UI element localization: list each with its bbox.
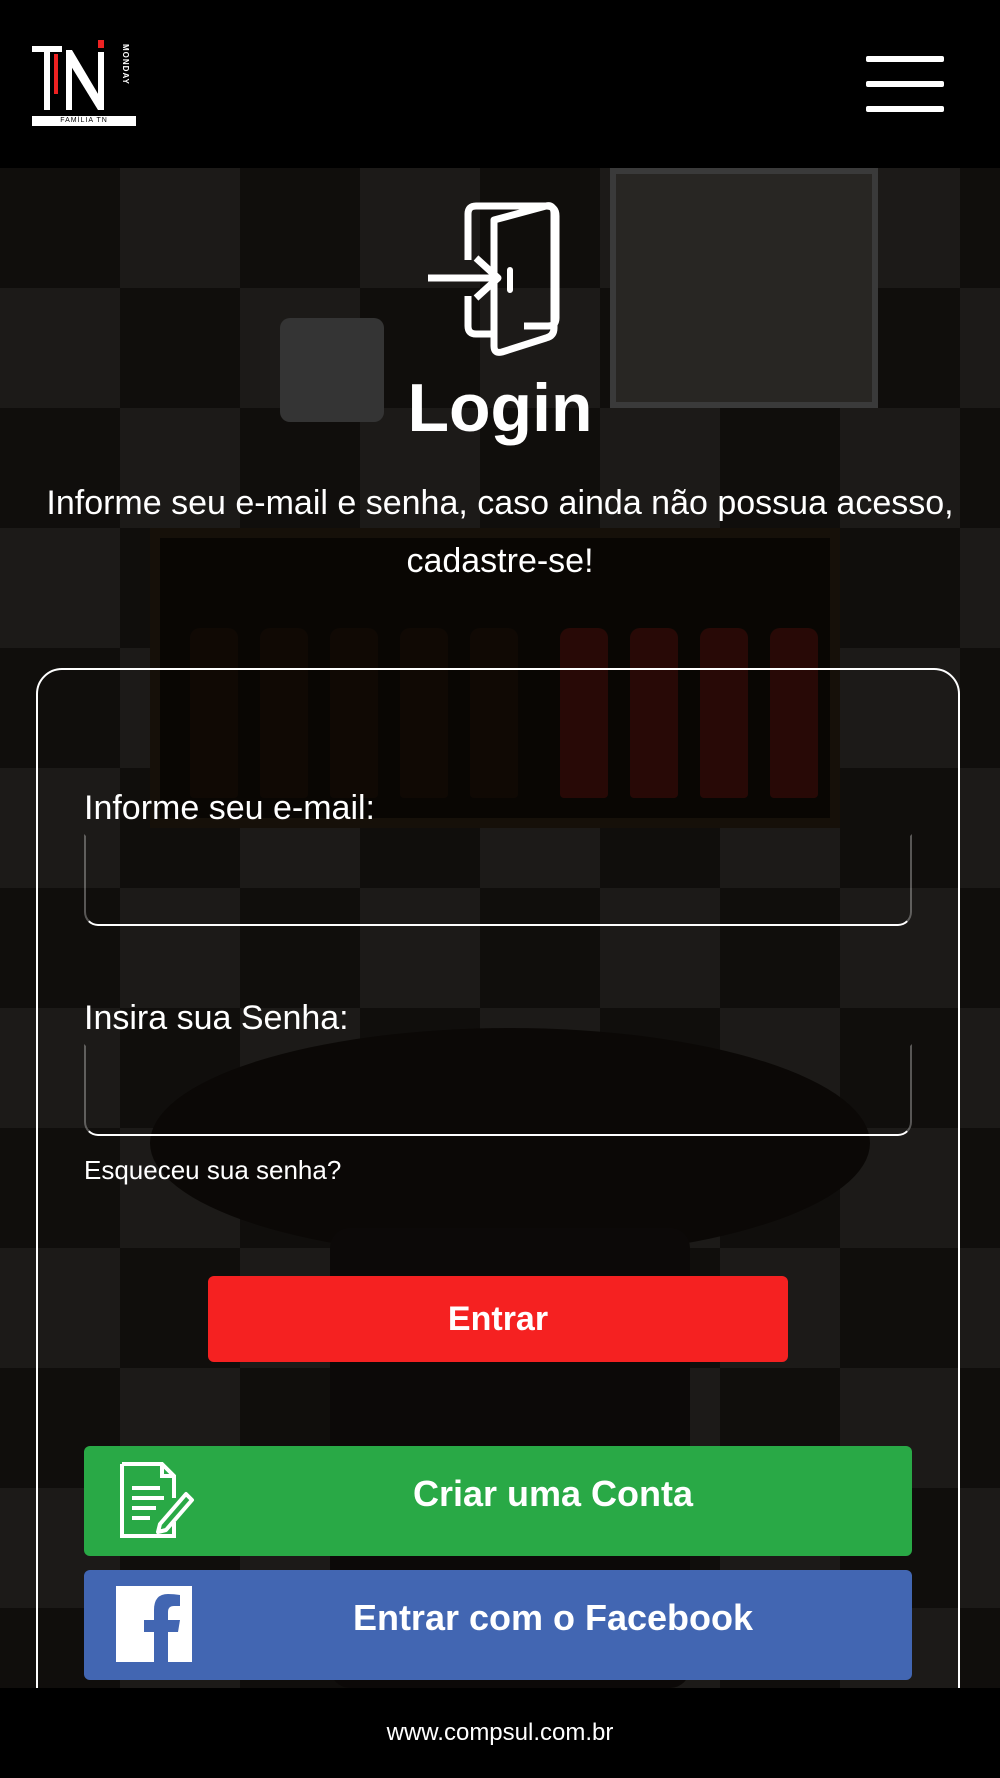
logo-side-text: MONDAY [121, 44, 130, 85]
hamburger-menu-icon[interactable] [866, 56, 944, 112]
create-account-label: Criar uma Conta [412, 1473, 694, 1514]
document-edit-icon [120, 1462, 194, 1538]
forgot-password-link[interactable]: Esqueceu sua senha? [84, 1154, 341, 1186]
email-field[interactable] [84, 834, 912, 926]
facebook-login-button[interactable]: Entrar com o Facebook [84, 1570, 912, 1680]
email-label: Informe seu e-mail: [84, 789, 375, 827]
footer-site-link[interactable]: www.compsul.com.br [0, 1688, 1000, 1778]
login-button[interactable]: Entrar [208, 1276, 788, 1362]
create-account-button[interactable]: Criar uma Conta [84, 1446, 912, 1556]
app-header: MONDAY FAMÍLIA TN [0, 0, 1000, 168]
logo-mark [32, 40, 104, 110]
brand-logo[interactable]: MONDAY FAMÍLIA TN [32, 40, 136, 126]
login-instructions: Informe seu e-mail e senha, caso ainda n… [46, 484, 954, 580]
logo-tagline: FAMÍLIA TN [32, 116, 136, 126]
password-field[interactable] [84, 1044, 912, 1136]
facebook-login-label: Entrar com o Facebook [352, 1597, 754, 1638]
facebook-icon [116, 1586, 192, 1662]
door-enter-icon [428, 202, 560, 356]
password-label: Insira sua Senha: [84, 999, 349, 1037]
page-title: Login [407, 370, 593, 446]
